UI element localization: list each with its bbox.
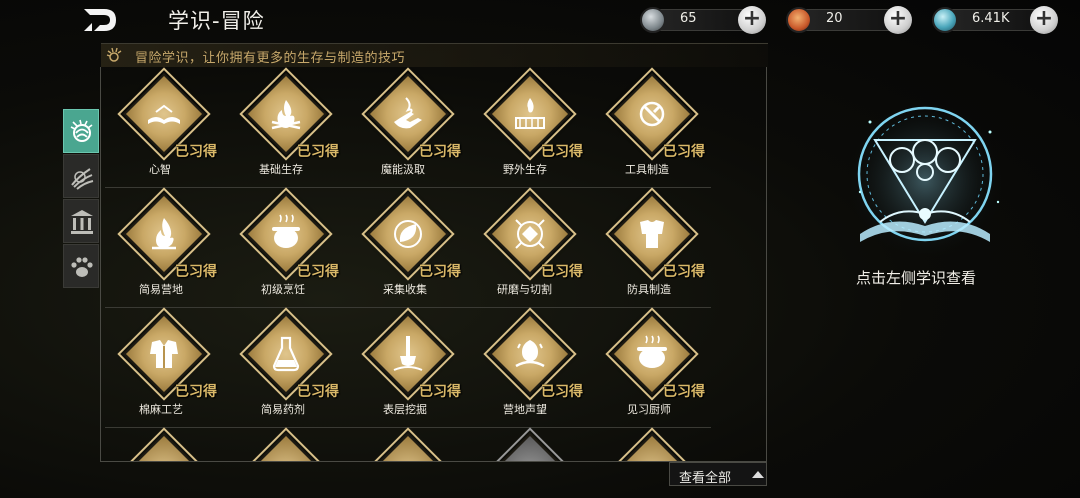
emblem-hint: 点击左侧学识查看 <box>856 269 977 287</box>
top-bar: 学识-冒险 65 + 20 + 6.41K + <box>0 0 1080 40</box>
add-teal-button[interactable]: + <box>1030 6 1058 34</box>
knowledge-emblem-icon <box>847 102 1003 258</box>
shovel-icon <box>393 336 423 371</box>
category-tabs <box>63 109 99 289</box>
learned-badge: 已习得 <box>175 264 217 280</box>
add-silver-button[interactable]: + <box>738 6 766 34</box>
tab-adventure[interactable] <box>63 109 99 153</box>
learned-badge: 已习得 <box>297 264 339 280</box>
gem-cut-icon <box>515 219 545 249</box>
tab-building[interactable] <box>63 199 99 243</box>
back-arrow-icon <box>84 9 116 31</box>
teal-orb-icon <box>932 7 958 33</box>
learned-badge: 已习得 <box>663 144 705 160</box>
sun-crest-icon <box>106 47 122 62</box>
skill-basic-survival[interactable]: 已习得 基础生存 <box>233 67 339 183</box>
skill-name: 防具制造 <box>627 283 671 296</box>
book-icon <box>148 104 180 124</box>
skill-partial[interactable] <box>355 427 455 461</box>
view-all-button[interactable]: 查看全部 <box>669 462 767 486</box>
skill-gathering[interactable]: 已习得 采集收集 <box>355 187 461 303</box>
claw-icon <box>71 168 94 190</box>
skill-magic-absorb[interactable]: 已习得 魔能汲取 <box>355 67 461 183</box>
skill-camp-reputation[interactable]: 已习得 营地声望 <box>477 307 583 423</box>
reputation-icon <box>515 340 545 368</box>
crest-icon <box>70 119 93 142</box>
cauldron-icon <box>637 335 667 368</box>
subtitle-text: 冒险学识，让你拥有更多的生存与制造的技巧 <box>135 51 406 66</box>
skill-name: 工具制造 <box>625 163 669 176</box>
skill-surface-digging[interactable]: 已习得 表层挖掘 <box>355 307 461 423</box>
camp-icon <box>515 98 545 129</box>
skill-frame <box>239 427 333 461</box>
skill-name: 见习厨师 <box>627 403 671 416</box>
pillar-icon <box>71 210 93 234</box>
tab-combat[interactable] <box>63 154 99 198</box>
skill-tool-making[interactable]: 已习得 工具制造 <box>599 67 705 183</box>
learned-badge: 已习得 <box>175 384 217 400</box>
skill-cotton-linen[interactable]: 已习得 棉麻工艺 <box>111 307 217 423</box>
campfire-icon <box>271 100 301 130</box>
learned-badge: 已习得 <box>297 144 339 160</box>
currency-silver: 65 + <box>640 6 766 34</box>
armor-icon <box>640 220 664 248</box>
skill-wild-survival[interactable]: 已习得 野外生存 <box>477 67 583 183</box>
caret-up-icon <box>752 471 764 478</box>
learned-badge: 已习得 <box>663 264 705 280</box>
skill-simple-potion[interactable]: 已习得 简易药剂 <box>233 307 339 423</box>
hand-flame-icon <box>394 97 422 129</box>
skill-frame <box>605 427 699 461</box>
orange-gem-icon <box>786 7 812 33</box>
learned-badge: 已习得 <box>541 384 583 400</box>
learned-badge: 已习得 <box>541 144 583 160</box>
skill-grid: 已习得 心智 已习得 基础生存 已习得 魔能汲取 已习得 野外生存 已习得 工具… <box>100 67 767 462</box>
skill-partial-locked[interactable] <box>477 427 577 461</box>
leaf-icon <box>394 220 422 248</box>
currency-teal: 6.41K + <box>932 6 1058 34</box>
skill-armor-making[interactable]: 已习得 防具制造 <box>599 187 705 303</box>
skill-partial[interactable] <box>233 427 333 461</box>
skill-apprentice-chef[interactable]: 已习得 见习厨师 <box>599 307 705 423</box>
flask-icon <box>272 336 300 372</box>
learned-badge: 已习得 <box>419 264 461 280</box>
skill-mind[interactable]: 已习得 心智 <box>111 67 217 183</box>
learned-badge: 已习得 <box>175 144 217 160</box>
silver-coin-icon <box>640 7 666 33</box>
bonfire-icon <box>152 218 176 250</box>
learned-badge: 已习得 <box>541 264 583 280</box>
currency-value: 20 <box>826 11 843 26</box>
back-button[interactable] <box>80 6 120 34</box>
currency-value: 6.41K <box>972 11 1010 26</box>
add-orange-button[interactable]: + <box>884 6 912 34</box>
skill-simple-camp[interactable]: 已习得 简易营地 <box>111 187 217 303</box>
learned-badge: 已习得 <box>419 144 461 160</box>
learned-badge: 已习得 <box>663 384 705 400</box>
learned-badge: 已习得 <box>419 384 461 400</box>
paw-icon <box>71 257 93 277</box>
robe-icon <box>150 340 178 368</box>
currency-value: 65 <box>680 11 697 26</box>
view-all-label: 查看全部 <box>679 471 732 486</box>
currency-orange: 20 + <box>786 6 912 34</box>
skill-frame <box>117 427 211 461</box>
skill-partial[interactable] <box>599 427 699 461</box>
tab-pet[interactable] <box>63 244 99 288</box>
skill-grinding-cutting[interactable]: 已习得 研磨与切割 <box>477 187 583 303</box>
skill-frame <box>361 427 455 461</box>
skill-partial[interactable] <box>111 427 211 461</box>
page-title: 学识-冒险 <box>168 9 265 33</box>
skill-basic-cooking[interactable]: 已习得 初级烹饪 <box>233 187 339 303</box>
subtitle-bar: 冒险学识，让你拥有更多的生存与制造的技巧 <box>101 43 768 67</box>
learned-badge: 已习得 <box>297 384 339 400</box>
tools-icon <box>639 101 665 127</box>
skill-frame <box>483 427 577 461</box>
pot-icon <box>272 214 300 248</box>
